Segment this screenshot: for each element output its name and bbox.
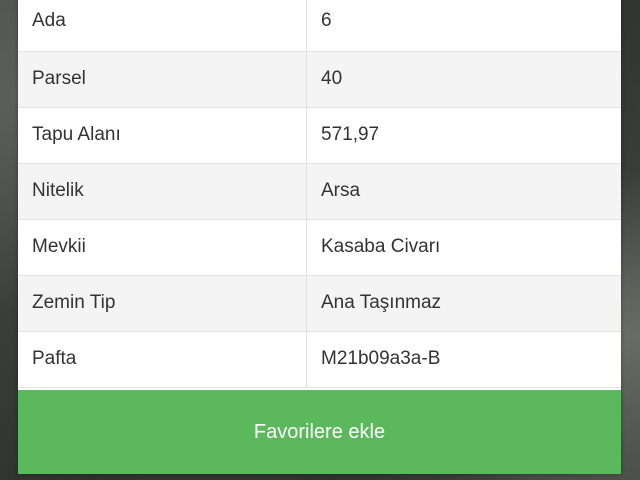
parcel-info-table: Ada 6 Parsel 40 Tapu Alanı 571,97 Niteli… xyxy=(18,0,621,388)
table-row: Parsel 40 xyxy=(18,51,621,108)
row-value-zemin-tip: Ana Taşınmaz xyxy=(306,275,621,332)
parcel-info-panel: Ada 6 Parsel 40 Tapu Alanı 571,97 Niteli… xyxy=(18,0,621,474)
row-value-nitelik: Arsa xyxy=(306,163,621,220)
row-label-ada: Ada xyxy=(18,0,307,52)
table-row: Nitelik Arsa xyxy=(18,163,621,220)
table-row: Pafta M21b09a3a-B xyxy=(18,331,621,388)
table-row: Ada 6 xyxy=(18,0,621,52)
row-value-tapu-alani: 571,97 xyxy=(306,107,621,164)
row-value-parsel: 40 xyxy=(306,51,621,108)
table-row: Zemin Tip Ana Taşınmaz xyxy=(18,275,621,332)
row-value-ada: 6 xyxy=(306,0,621,52)
add-to-favorites-button[interactable]: Favorilere ekle xyxy=(18,390,621,474)
row-label-parsel: Parsel xyxy=(18,51,307,108)
table-row: Mevkii Kasaba Civarı xyxy=(18,219,621,276)
row-value-pafta: M21b09a3a-B xyxy=(306,331,621,388)
row-label-tapu-alani: Tapu Alanı xyxy=(18,107,307,164)
row-label-nitelik: Nitelik xyxy=(18,163,307,220)
table-row: Tapu Alanı 571,97 xyxy=(18,107,621,164)
row-label-mevkii: Mevkii xyxy=(18,219,307,276)
row-label-pafta: Pafta xyxy=(18,331,307,388)
row-label-zemin-tip: Zemin Tip xyxy=(18,275,307,332)
row-value-mevkii: Kasaba Civarı xyxy=(306,219,621,276)
